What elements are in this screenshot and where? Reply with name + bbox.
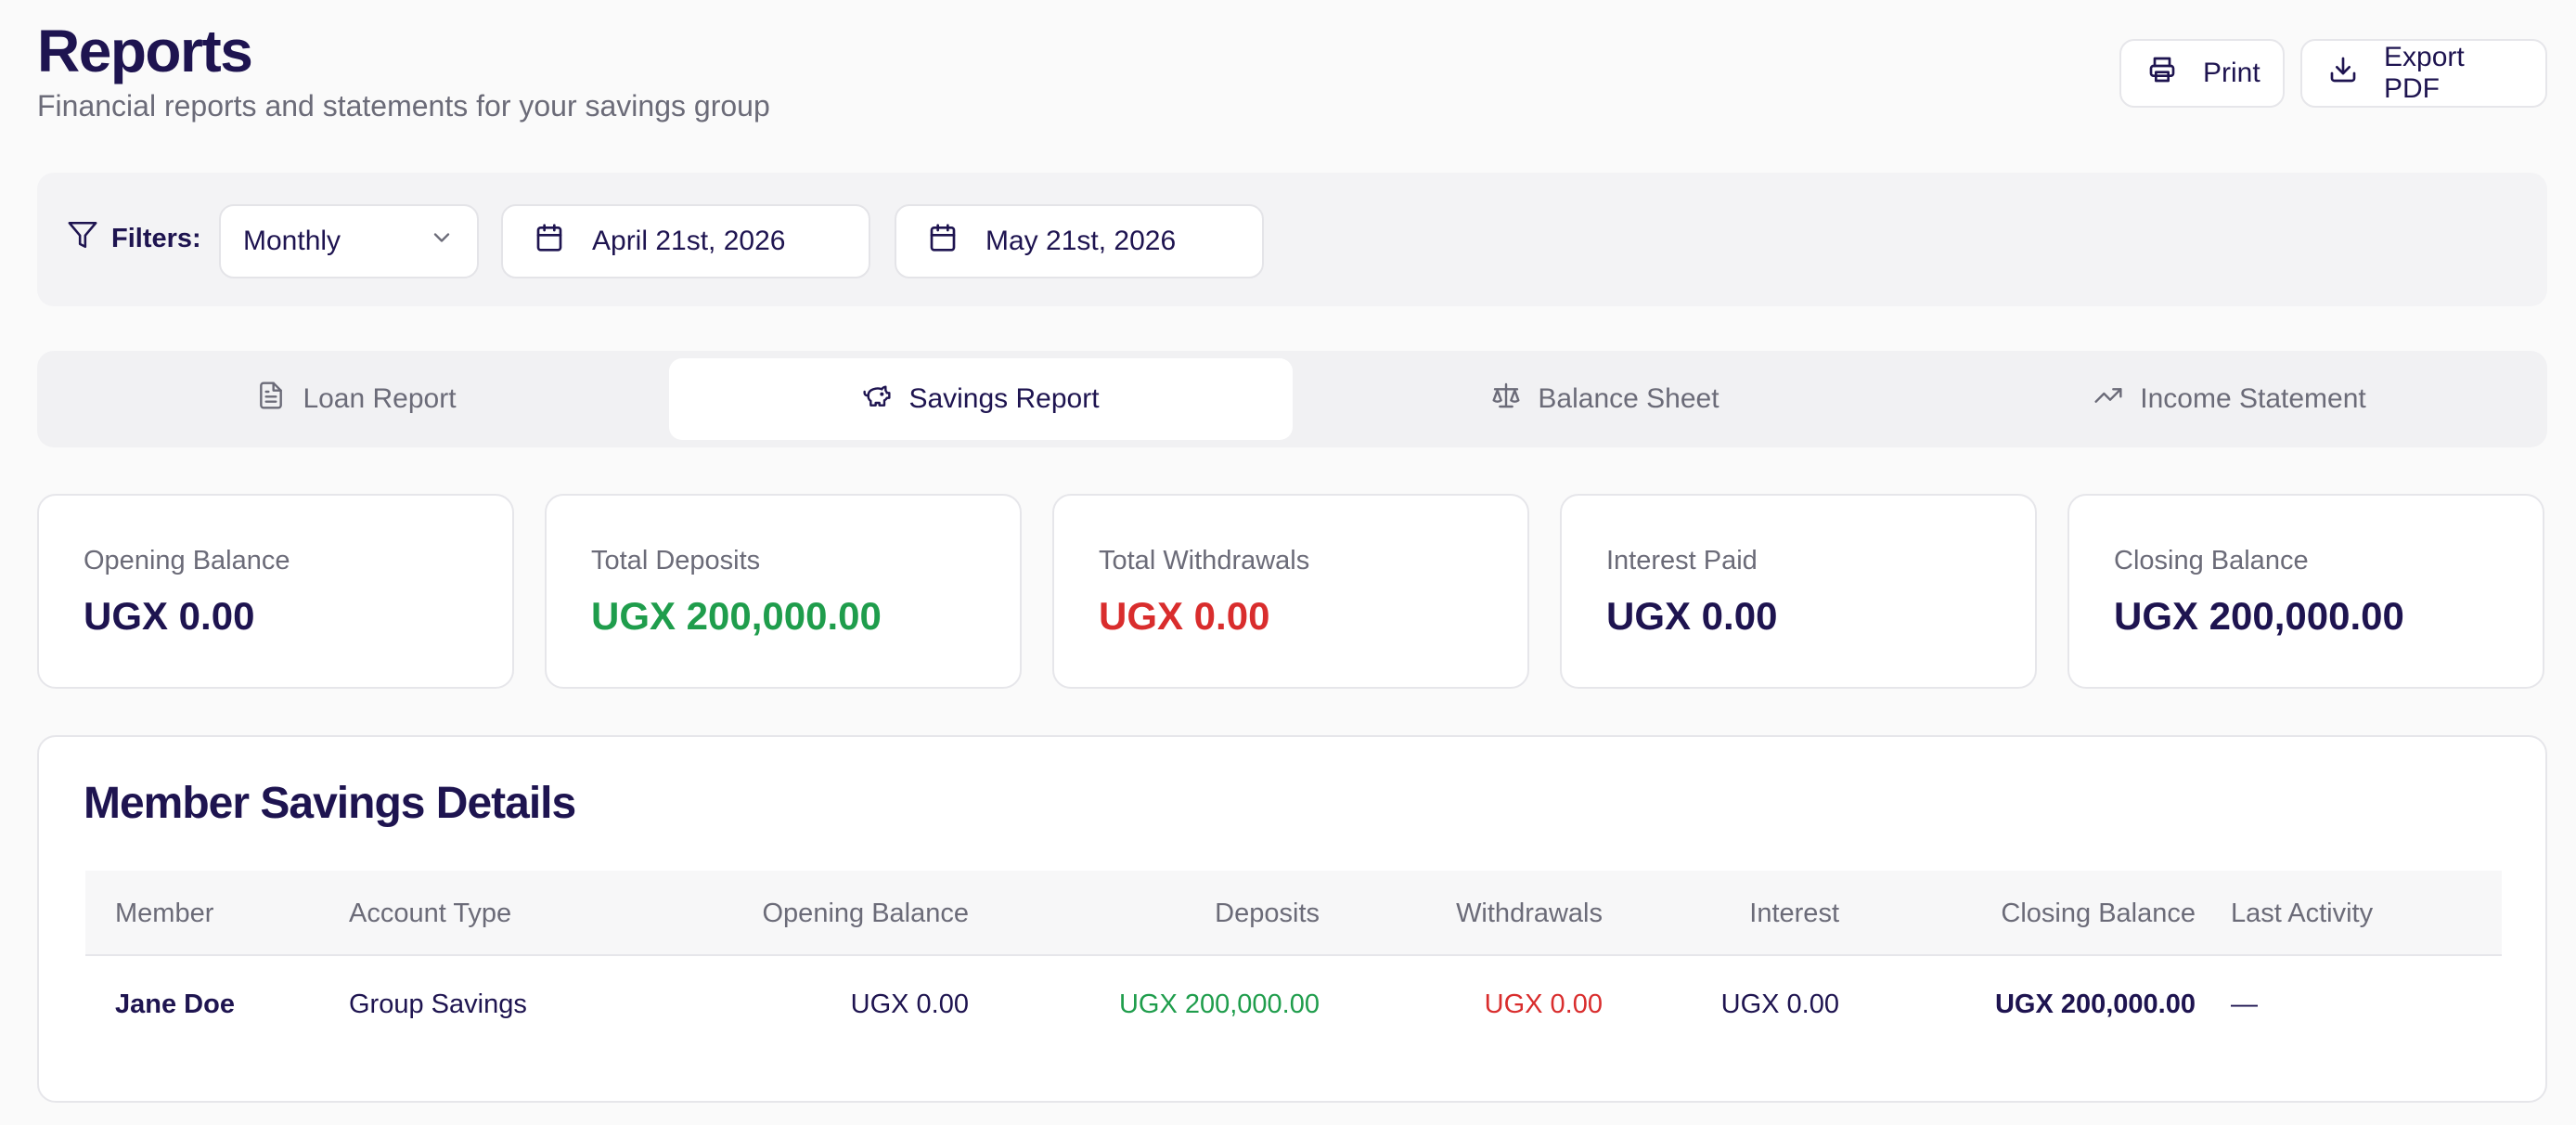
stat-value: UGX 0.00 [1099, 594, 1270, 638]
tab-savings-report[interactable]: Savings Report [669, 358, 1293, 440]
column-header-closing-balance: Closing Balance [2001, 899, 2196, 928]
column-header-account-type: Account Type [349, 899, 512, 928]
calendar-icon [928, 223, 958, 260]
stat-label: Interest Paid [1606, 546, 1758, 575]
total-withdrawals-card: Total Withdrawals UGX 0.00 [1052, 494, 1529, 689]
reports-page: Reports Financial reports and statements… [0, 0, 2576, 1125]
start-date-value: April 21st, 2026 [592, 226, 786, 256]
page-title: Reports [37, 18, 253, 84]
file-text-icon [256, 381, 286, 418]
column-header-interest: Interest [1749, 899, 1839, 928]
total-deposits-card: Total Deposits UGX 200,000.00 [545, 494, 1022, 689]
cell-interest: UGX 0.00 [1720, 989, 1839, 1019]
filters-label: Filters: [67, 219, 201, 258]
column-header-member: Member [115, 899, 214, 928]
tab-label: Savings Report [908, 383, 1100, 414]
end-date-picker[interactable]: May 21st, 2026 [895, 204, 1264, 278]
cell-closing-balance: UGX 200,000.00 [1994, 989, 2196, 1019]
stat-label: Total Withdrawals [1099, 546, 1310, 575]
filters-bar: Filters: Monthly April 21st, 2026 May 21… [37, 173, 2547, 306]
export-pdf-button[interactable]: Export PDF [2300, 39, 2547, 108]
cell-opening-balance: UGX 0.00 [850, 989, 969, 1019]
period-select-value: Monthly [243, 226, 341, 256]
cell-withdrawals: UGX 0.00 [1484, 989, 1603, 1019]
member-savings-panel: Member Savings Details Member Account Ty… [37, 735, 2547, 1103]
stat-value: UGX 0.00 [84, 594, 255, 638]
stat-value: UGX 0.00 [1606, 594, 1778, 638]
printer-icon [2147, 55, 2177, 92]
column-header-last-activity: Last Activity [2231, 899, 2374, 928]
cell-member: Jane Doe [115, 989, 235, 1019]
filters-label-text: Filters: [111, 223, 201, 253]
tab-label: Balance Sheet [1538, 383, 1719, 414]
closing-balance-card: Closing Balance UGX 200,000.00 [2067, 494, 2544, 689]
stat-label: Total Deposits [591, 546, 761, 575]
stat-label: Closing Balance [2114, 546, 2309, 575]
column-header-opening-balance: Opening Balance [762, 899, 970, 928]
print-label: Print [2203, 58, 2260, 88]
tab-income-statement[interactable]: Income Statement [1918, 358, 2542, 440]
piggy-bank-icon [862, 381, 892, 418]
cell-last-activity: — [2231, 989, 2258, 1019]
tab-loan-report[interactable]: Loan Report [45, 358, 668, 440]
cell-account-type: Group Savings [349, 989, 527, 1019]
trending-up-icon [2093, 381, 2123, 418]
chevron-down-icon [429, 225, 455, 258]
scale-icon [1491, 381, 1521, 418]
start-date-picker[interactable]: April 21st, 2026 [501, 204, 870, 278]
period-select[interactable]: Monthly [219, 204, 479, 278]
filter-icon [67, 219, 98, 258]
table-header: Member Account Type Opening Balance Depo… [85, 871, 2502, 956]
tab-label: Loan Report [303, 383, 457, 414]
export-pdf-label: Export PDF [2384, 42, 2465, 104]
stat-value: UGX 200,000.00 [591, 594, 882, 638]
stat-value: UGX 200,000.00 [2114, 594, 2404, 638]
opening-balance-card: Opening Balance UGX 0.00 [37, 494, 514, 689]
tab-label: Income Statement [2140, 383, 2366, 414]
interest-paid-card: Interest Paid UGX 0.00 [1560, 494, 2037, 689]
print-button[interactable]: Print [2119, 39, 2285, 108]
table-row[interactable]: Jane Doe Group Savings UGX 0.00 UGX 200,… [85, 956, 2502, 1054]
column-header-deposits: Deposits [1215, 899, 1320, 928]
stat-label: Opening Balance [84, 546, 290, 575]
column-header-withdrawals: Withdrawals [1456, 899, 1603, 928]
calendar-icon [535, 223, 564, 260]
cell-deposits: UGX 200,000.00 [1118, 989, 1320, 1019]
download-icon [2328, 55, 2358, 92]
end-date-value: May 21st, 2026 [985, 226, 1177, 256]
page-subtitle: Financial reports and statements for you… [37, 89, 770, 123]
tab-balance-sheet[interactable]: Balance Sheet [1294, 358, 1917, 440]
section-title: Member Savings Details [84, 779, 576, 828]
report-tabs: Loan Report Savings Report Balance Sheet [37, 351, 2547, 447]
